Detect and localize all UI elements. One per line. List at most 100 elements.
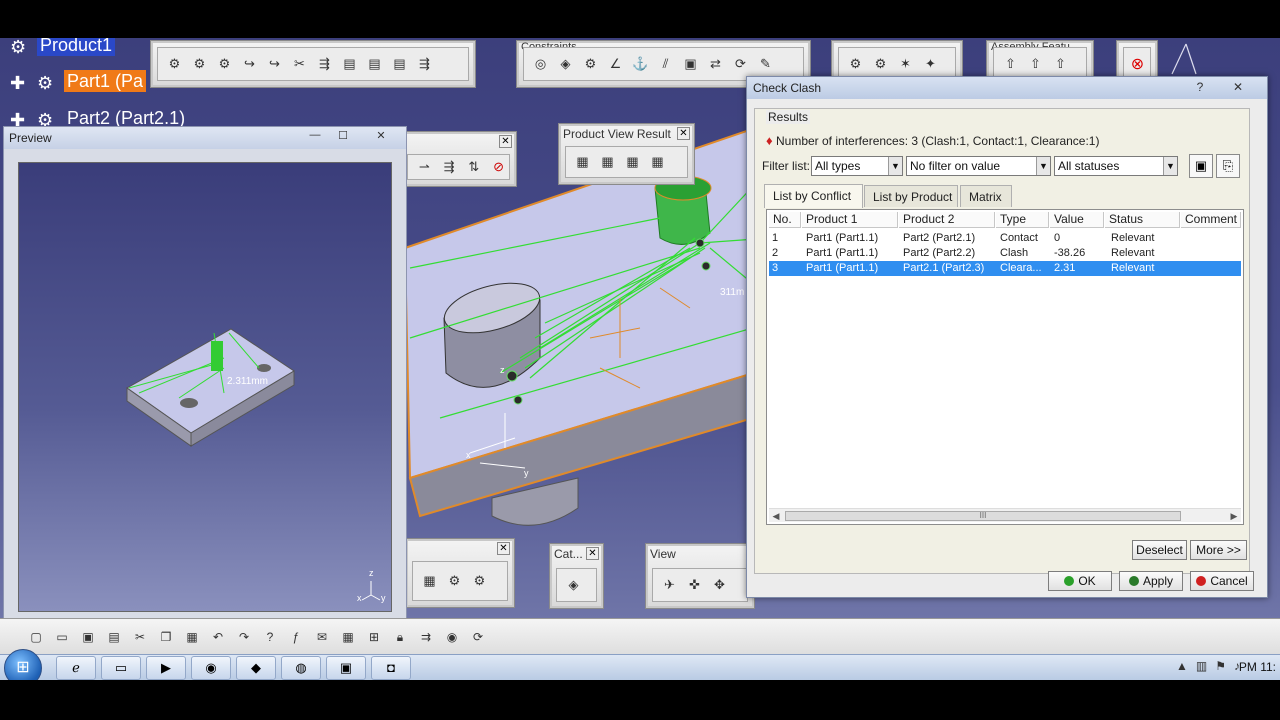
ok-button[interactable]: OK [1048, 571, 1112, 591]
table-icon[interactable]: ▦ [338, 627, 358, 647]
close-button[interactable]: ✕ [1225, 79, 1251, 96]
cancel-button[interactable]: Cancel [1190, 571, 1254, 591]
manipulation-icon[interactable]: ⚙ [845, 54, 866, 75]
filter-status-select[interactable]: All statuses ▼ [1054, 156, 1178, 176]
chevron-down-icon[interactable]: ▼ [1036, 157, 1050, 175]
catalog-browser-icon[interactable]: ◈ [563, 575, 584, 596]
hole-icon[interactable]: ⇧ [1025, 54, 1046, 75]
filter-type-select[interactable]: All types ▼ [811, 156, 903, 176]
view-result-icon[interactable]: ▦ [572, 152, 593, 173]
taskbar-clock[interactable]: PM 11: [1239, 660, 1276, 674]
scroll-left-icon[interactable]: ◀ [769, 509, 783, 523]
part-icon[interactable]: ⚙ [214, 54, 235, 75]
flexible-icon[interactable]: ⇄ [705, 54, 726, 75]
fast-multi-instantiation-icon[interactable]: ⇶ [414, 54, 435, 75]
scroll-thumb[interactable]: III [785, 511, 1181, 521]
export-icon[interactable]: ⎘ [1216, 154, 1240, 178]
switch-icon[interactable]: ⇉ [416, 627, 436, 647]
tab-matrix[interactable]: Matrix [960, 185, 1012, 207]
existing-component-icon[interactable]: ↪ [239, 54, 260, 75]
product-icon[interactable]: ⚙ [189, 54, 210, 75]
minimize-button[interactable]: — [304, 129, 326, 143]
whats-this-icon[interactable]: ? [260, 627, 280, 647]
redo-icon[interactable]: ↷ [234, 627, 254, 647]
tab-list-by-product[interactable]: List by Product [864, 185, 958, 207]
component-icon[interactable]: ⚙ [164, 54, 185, 75]
catia-taskbar-icon[interactable]: ▣ [326, 656, 366, 680]
maximize-button[interactable]: ☐ [332, 129, 354, 143]
tree-icon[interactable]: ⊞ [364, 627, 384, 647]
chevron-up-icon[interactable]: ▲ [1176, 659, 1188, 673]
manage-representations-icon[interactable]: ▤ [364, 54, 385, 75]
chrome-icon[interactable]: ◉ [191, 656, 231, 680]
table-row[interactable]: 1 Part1 (Part1.1) Part2 (Part2.1) Contac… [769, 231, 1241, 246]
generate-numbering-icon[interactable]: ⇶ [314, 54, 335, 75]
comment-icon[interactable]: ✉ [312, 627, 332, 647]
explode-icon[interactable]: ✶ [895, 54, 916, 75]
stop-icon[interactable]: ⊗ [1127, 54, 1148, 75]
column-header-no[interactable]: No. [769, 212, 801, 228]
deselect-button[interactable]: Deselect [1132, 540, 1187, 560]
start-button[interactable]: ⊞ [4, 649, 42, 680]
preview-window-icon[interactable]: ▣ [1189, 154, 1213, 178]
tree-item-product[interactable]: ⚙ Product1 [10, 38, 116, 57]
paste-icon[interactable]: ▦ [182, 627, 202, 647]
fix-together-icon[interactable]: ⫽ [655, 54, 676, 75]
copy-icon[interactable]: ❐ [156, 627, 176, 647]
close-icon[interactable]: ✕ [677, 127, 690, 140]
change-constraint-icon[interactable]: ⟳ [730, 54, 751, 75]
split-icon[interactable]: ⇧ [1000, 54, 1021, 75]
explorer-icon[interactable]: ▭ [101, 656, 141, 680]
fix-icon[interactable]: ⚓ [630, 54, 651, 75]
filter-value-select[interactable]: No filter on value ▼ [906, 156, 1051, 176]
quick-constraint-icon[interactable]: ▣ [680, 54, 701, 75]
offset-icon[interactable]: ⚙ [580, 54, 601, 75]
cut-icon[interactable]: ✂ [130, 627, 150, 647]
distance-icon[interactable]: ⇅ [464, 157, 485, 178]
print-icon[interactable]: ▤ [104, 627, 124, 647]
close-icon[interactable]: ✕ [499, 135, 512, 148]
chevron-down-icon[interactable]: ▼ [888, 157, 902, 175]
horizontal-scrollbar[interactable]: ◀ III ▶ [769, 508, 1241, 522]
selective-load-icon[interactable]: ▤ [339, 54, 360, 75]
close-button[interactable]: ✕ [370, 129, 392, 143]
update-icon[interactable]: ⟳ [468, 627, 488, 647]
save-icon[interactable]: ▣ [78, 627, 98, 647]
recorder-icon[interactable]: ◘ [371, 656, 411, 680]
firefox-icon[interactable]: ◍ [281, 656, 321, 680]
multi-instantiation-icon[interactable]: ▤ [389, 54, 410, 75]
angle-icon[interactable]: ∠ [605, 54, 626, 75]
table-row-selected[interactable]: 3 Part1 (Part1.1) Part2.1 (Part2.3) Clea… [769, 261, 1241, 276]
app-icon[interactable]: ◆ [236, 656, 276, 680]
lock-icon[interactable]: 🔒︎ [390, 627, 410, 647]
ie-icon[interactable]: ℯ [56, 656, 96, 680]
fit-all-icon[interactable]: ✜ [684, 575, 705, 596]
contact-icon[interactable]: ◈ [555, 54, 576, 75]
snap-icon[interactable]: ⚙ [870, 54, 891, 75]
coincidence-icon[interactable]: ◎ [530, 54, 551, 75]
open-icon[interactable]: ▭ [52, 627, 72, 647]
help-button[interactable]: ? [1187, 79, 1213, 96]
apply-button[interactable]: Apply [1119, 571, 1183, 591]
tool-icon[interactable]: ⚙ [444, 571, 465, 592]
view-result-icon[interactable]: ▦ [622, 152, 643, 173]
reuse-pattern-icon[interactable]: ✎ [755, 54, 776, 75]
graph-tree-icon[interactable]: ✂ [289, 54, 310, 75]
tree-item-part1[interactable]: ✚ ⚙ Part1 (Pa [10, 70, 147, 93]
section-icon[interactable]: ⇶ [439, 157, 460, 178]
no-clash-icon[interactable]: ⊘ [488, 157, 509, 178]
pocket-icon[interactable]: ⇧ [1050, 54, 1071, 75]
column-header-product1[interactable]: Product 1 [802, 212, 898, 228]
pan-icon[interactable]: ✥ [709, 575, 730, 596]
view-result-icon[interactable]: ▦ [647, 152, 668, 173]
scroll-right-icon[interactable]: ▶ [1227, 509, 1241, 523]
column-header-value[interactable]: Value [1050, 212, 1104, 228]
expand-plus-icon[interactable]: ✚ [10, 73, 32, 93]
column-header-comment[interactable]: Comment [1181, 212, 1241, 228]
close-icon[interactable]: ✕ [586, 547, 599, 560]
column-header-type[interactable]: Type [996, 212, 1049, 228]
tool-icon[interactable]: ⚙ [469, 571, 490, 592]
stop-manipulate-icon[interactable]: ✦ [920, 54, 941, 75]
network-icon[interactable]: ▥ [1196, 659, 1207, 673]
fly-mode-icon[interactable]: ✈ [659, 575, 680, 596]
